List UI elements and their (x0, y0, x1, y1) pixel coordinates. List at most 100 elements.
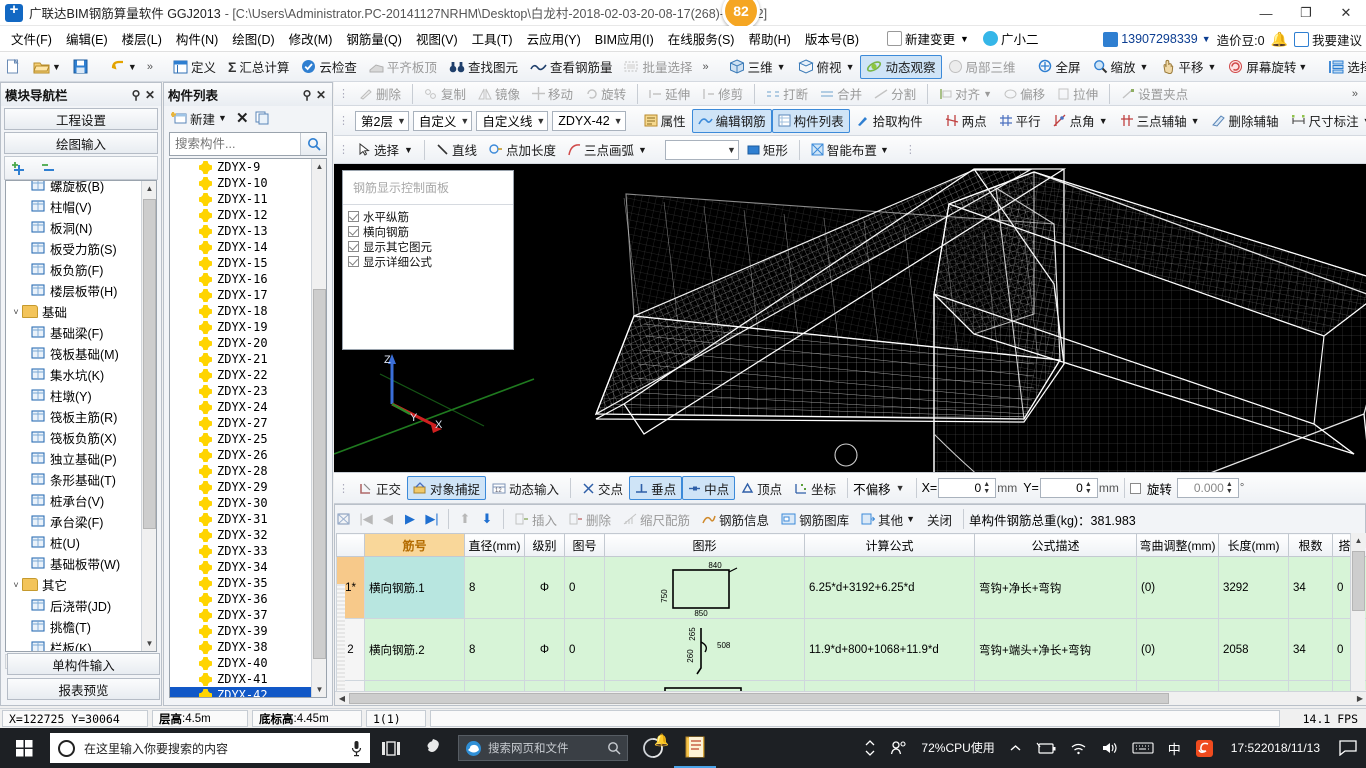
cell-diameter[interactable]: 8 (464, 556, 525, 619)
chevron-down-icon[interactable]: ▼ (1298, 62, 1307, 72)
snap-vertex[interactable]: 顶点 (735, 476, 788, 500)
insert-row-button[interactable]: 插入 (509, 507, 563, 531)
cell-length[interactable]: 2058 (1218, 618, 1289, 681)
nav-tree-item[interactable]: 集水坑(K) (6, 364, 142, 385)
menu-cloud-app[interactable]: 云应用(Y) (520, 26, 588, 51)
batch-select-button[interactable]: 批量选择 (618, 55, 698, 79)
component-list-item[interactable]: ZDYX-14 (170, 239, 312, 255)
offset-button[interactable]: 偏移 (998, 82, 1051, 106)
menu-file[interactable]: 文件(F) (4, 26, 59, 51)
component-tree[interactable]: ZDYX-9 ZDYX-10 ZDYX-11 ZDYX-12 ZDYX-13 ZDYX-1… (169, 158, 327, 698)
new-file-button[interactable] (0, 55, 27, 79)
cell-figure-no[interactable]: 0 (564, 556, 605, 619)
delete-component-icon[interactable]: ✕ (236, 109, 249, 127)
align-button[interactable]: 对齐 ▼ (933, 82, 998, 106)
keyboard-icon[interactable] (1125, 741, 1161, 755)
draw-toolbar-grip2[interactable]: ⋮ (901, 143, 920, 156)
nav-tree-item[interactable]: 螺旋板(B) (6, 181, 142, 196)
search-input[interactable] (170, 133, 300, 155)
component-list-item[interactable]: ZDYX-39 (170, 623, 312, 639)
cpu-usage-indicator[interactable]: 72% CPU使用 (914, 741, 1001, 755)
merge-button[interactable]: 合并 (814, 82, 868, 106)
menu-floor[interactable]: 楼层(L) (115, 26, 169, 51)
pin-icon[interactable]: ⚲ (129, 88, 143, 102)
rectangle-tool-button[interactable]: 矩形 (741, 138, 794, 162)
draw-input-button[interactable]: 绘图输入 (4, 132, 158, 154)
cell-shape[interactable]: 265 508 260 (604, 618, 805, 681)
y-input[interactable]: 0 ▲ ▼ (1039, 478, 1098, 498)
component-list-item[interactable]: ZDYX-13 (170, 223, 312, 239)
chevron-down-icon[interactable]: ▼ (1191, 116, 1200, 126)
scale-rebar-button[interactable]: 缩尺配筋 (617, 507, 696, 531)
toolbar-overflow-icon[interactable]: » (143, 61, 157, 73)
minimize-button[interactable]: — (1246, 0, 1286, 26)
save-button[interactable] (67, 55, 94, 79)
nav-tree-scrollbar[interactable]: ▲ ▼ (141, 181, 156, 651)
component-list-item[interactable]: ZDYX-37 (170, 607, 312, 623)
cell-count[interactable]: 34 (1288, 556, 1333, 619)
checkbox-horizontal-longitudinal[interactable] (348, 211, 359, 222)
cell-length[interactable]: 3292 (1218, 556, 1289, 619)
offset-mode-selector[interactable]: 不偏移 ▼ (853, 479, 910, 498)
cell-grade[interactable]: Φ (524, 618, 565, 681)
cloud-check-button[interactable]: 云检查 (295, 55, 363, 79)
toolbar-overflow-icon-2[interactable]: » (698, 61, 712, 73)
component-list-item[interactable]: ZDYX-12 (170, 207, 312, 223)
properties-button[interactable]: 属性 (638, 109, 692, 133)
chevron-down-icon[interactable]: ▼ (906, 514, 915, 524)
th-grade[interactable]: 级别 (524, 533, 565, 557)
single-component-input-button[interactable]: 单构件输入 (7, 653, 160, 675)
move-up-button[interactable]: ⬆ (454, 511, 476, 527)
nav-tree-item[interactable]: 基础板带(W) (6, 553, 142, 574)
nav-tree-item[interactable]: 挑檐(T) (6, 616, 142, 637)
table-row[interactable]: 2 横向钢筋.2 8 Φ 0 265 508 260 11.9*d+800+10… (336, 618, 1366, 681)
new-change-button[interactable]: 新建变更 ▼ (880, 26, 976, 51)
th-formula[interactable]: 计算公式 (804, 533, 975, 557)
component-list-item[interactable]: ZDYX-34 (170, 559, 312, 575)
edit-toolbar-grip[interactable]: ⋮ (334, 87, 353, 100)
scroll-up-icon[interactable]: ▲ (142, 181, 156, 196)
checkbox-show-detail-formula[interactable] (348, 256, 359, 267)
align-slab-top-button[interactable]: 平齐板顶 (363, 55, 443, 79)
rotate-spinner[interactable]: ▲ ▼ (1226, 481, 1236, 495)
search-button[interactable] (300, 133, 326, 155)
battery-icon[interactable] (1029, 742, 1063, 755)
delete-button[interactable]: 删除 (353, 82, 407, 106)
three-point-arc-button[interactable]: 三点画弧 ▼ (562, 138, 653, 162)
menu-tools[interactable]: 工具(T) (465, 26, 520, 51)
microphone-icon[interactable] (351, 740, 362, 757)
component-search[interactable] (169, 132, 327, 156)
volume-icon[interactable] (1094, 741, 1125, 755)
rotate-input[interactable]: 0.000 ▲ ▼ (1176, 478, 1239, 498)
scroll-up-icon[interactable]: ▲ (312, 159, 326, 174)
project-settings-button[interactable]: 工程设置 (4, 108, 158, 130)
cell-description[interactable]: 弯钩+端头+净长+弯钩 (974, 618, 1137, 681)
drawing-viewport[interactable]: Z Y X 钢筋显示控制面板 水平纵筋 横向钢筋 显示其它图元 显示详细公式 (334, 164, 1366, 472)
menu-view[interactable]: 视图(V) (409, 26, 465, 51)
break-button[interactable]: 打断 (760, 82, 814, 106)
component-list-item[interactable]: ZDYX-9 (170, 159, 312, 175)
screen-rotate-button[interactable]: 屏幕旋转 ▼ (1222, 55, 1313, 79)
shape-selector[interactable]: ▼ (664, 139, 739, 160)
component-list-item[interactable]: ZDYX-11 (170, 191, 312, 207)
search-icon[interactable] (607, 741, 621, 755)
report-preview-button[interactable]: 报表预览 (7, 678, 160, 700)
component-list-item[interactable]: ZDYX-29 (170, 479, 312, 495)
two-point-button[interactable]: 两点 (939, 109, 993, 133)
start-button[interactable] (0, 728, 48, 768)
nav-tree-item[interactable]: 条形基础(T) (6, 469, 142, 490)
clock[interactable]: 17:52 2018/11/13 (1221, 741, 1330, 756)
cell-name[interactable]: 横向钢筋.1 (364, 556, 465, 619)
view-3d-button[interactable]: 三维 ▼ (723, 55, 792, 79)
nav-tree-item[interactable]: 筏板负筋(X) (6, 427, 142, 448)
dimension-button[interactable]: 尺寸标注 ▼ (1285, 109, 1366, 133)
suggest-button[interactable]: 我要建议 (1293, 30, 1362, 49)
th-description[interactable]: 公式描述 (974, 533, 1137, 557)
snap-midpoint[interactable]: 中点 (682, 476, 736, 500)
cell-bend-adjust[interactable]: (0) (1136, 618, 1219, 681)
component-list-item[interactable]: ZDYX-25 (170, 431, 312, 447)
find-element-button[interactable]: 查找图元 (443, 55, 524, 79)
account-phone[interactable]: 13907298339 ▼ (1103, 31, 1211, 47)
ie-search-box[interactable]: 搜索网页和文件 (458, 735, 628, 761)
undo-button[interactable]: ▼ (104, 55, 143, 79)
